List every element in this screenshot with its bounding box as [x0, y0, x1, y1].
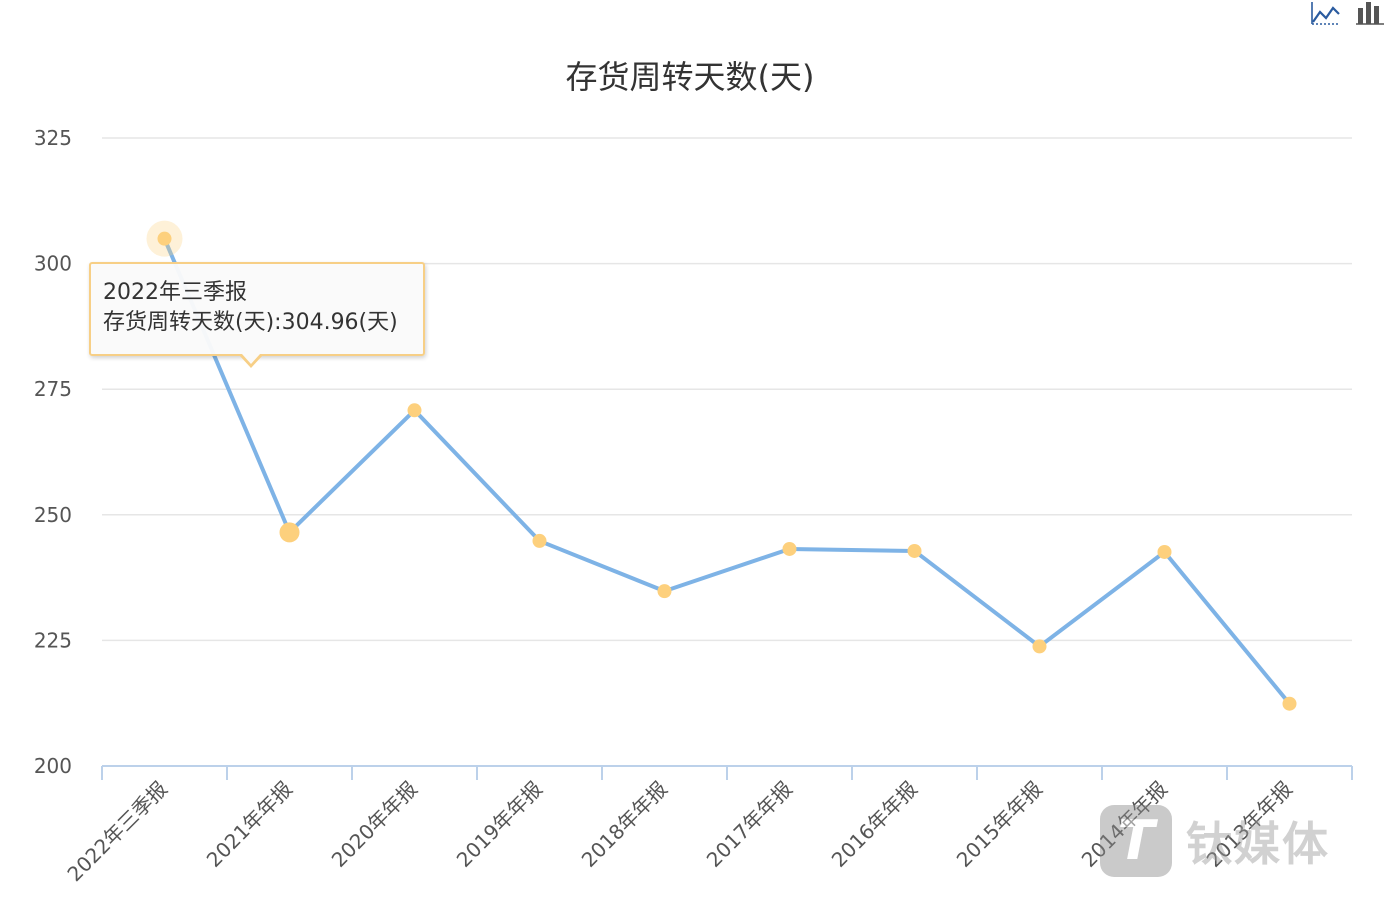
y-tick-label: 325 — [34, 126, 72, 150]
y-tick-label: 250 — [34, 503, 72, 527]
tooltip-value: 存货周转天数(天):304.96(天) — [103, 310, 398, 335]
x-tick-label: 2020年年报 — [327, 777, 422, 872]
data-point[interactable] — [1032, 639, 1047, 654]
tooltip-pointer-inner — [242, 354, 260, 364]
watermark-text: 钛媒体 — [1186, 817, 1330, 871]
data-point[interactable] — [657, 584, 672, 599]
x-tick-label: 2017年年报 — [702, 777, 797, 872]
line-chart-icon[interactable] — [1310, 0, 1342, 30]
data-point[interactable] — [907, 543, 922, 558]
x-tick-label: 2021年年报 — [202, 777, 297, 872]
data-point[interactable] — [1282, 696, 1297, 711]
data-point[interactable] — [157, 231, 172, 246]
data-point[interactable] — [279, 522, 300, 543]
data-point[interactable] — [532, 533, 547, 548]
data-point[interactable] — [407, 403, 422, 418]
y-tick-label: 200 — [34, 754, 72, 778]
y-tick-label: 225 — [34, 628, 72, 652]
chart-canvas: 存货周转天数(天) 200225250275300325 2022年三季报 202… — [34, 58, 1353, 887]
x-tick-label: 2016年年报 — [827, 777, 922, 872]
tooltip-category: 2022年三季报 — [103, 280, 247, 305]
y-axis: 200 225 250 275 300 325 — [34, 126, 72, 778]
data-point[interactable] — [1157, 544, 1172, 559]
y-tick-label: 300 — [34, 252, 72, 276]
watermark-logo: T — [1100, 805, 1172, 877]
chart-title: 存货周转天数(天) — [566, 58, 815, 96]
y-tick-label: 275 — [34, 377, 72, 401]
x-tick-label: 2022年三季报 — [63, 777, 173, 887]
grid-lines — [102, 137, 1352, 642]
bar-chart-icon[interactable] — [1354, 0, 1386, 30]
data-point[interactable] — [782, 541, 797, 556]
x-tick-label: 2015年年报 — [952, 777, 1047, 872]
x-tick-label: 2018年年报 — [577, 777, 672, 872]
x-tick-label: 2019年年报 — [452, 777, 547, 872]
watermark: T 钛媒体 — [1100, 805, 1330, 877]
data-tooltip: 2022年三季报 存货周转天数(天):304.96(天) — [89, 262, 425, 368]
